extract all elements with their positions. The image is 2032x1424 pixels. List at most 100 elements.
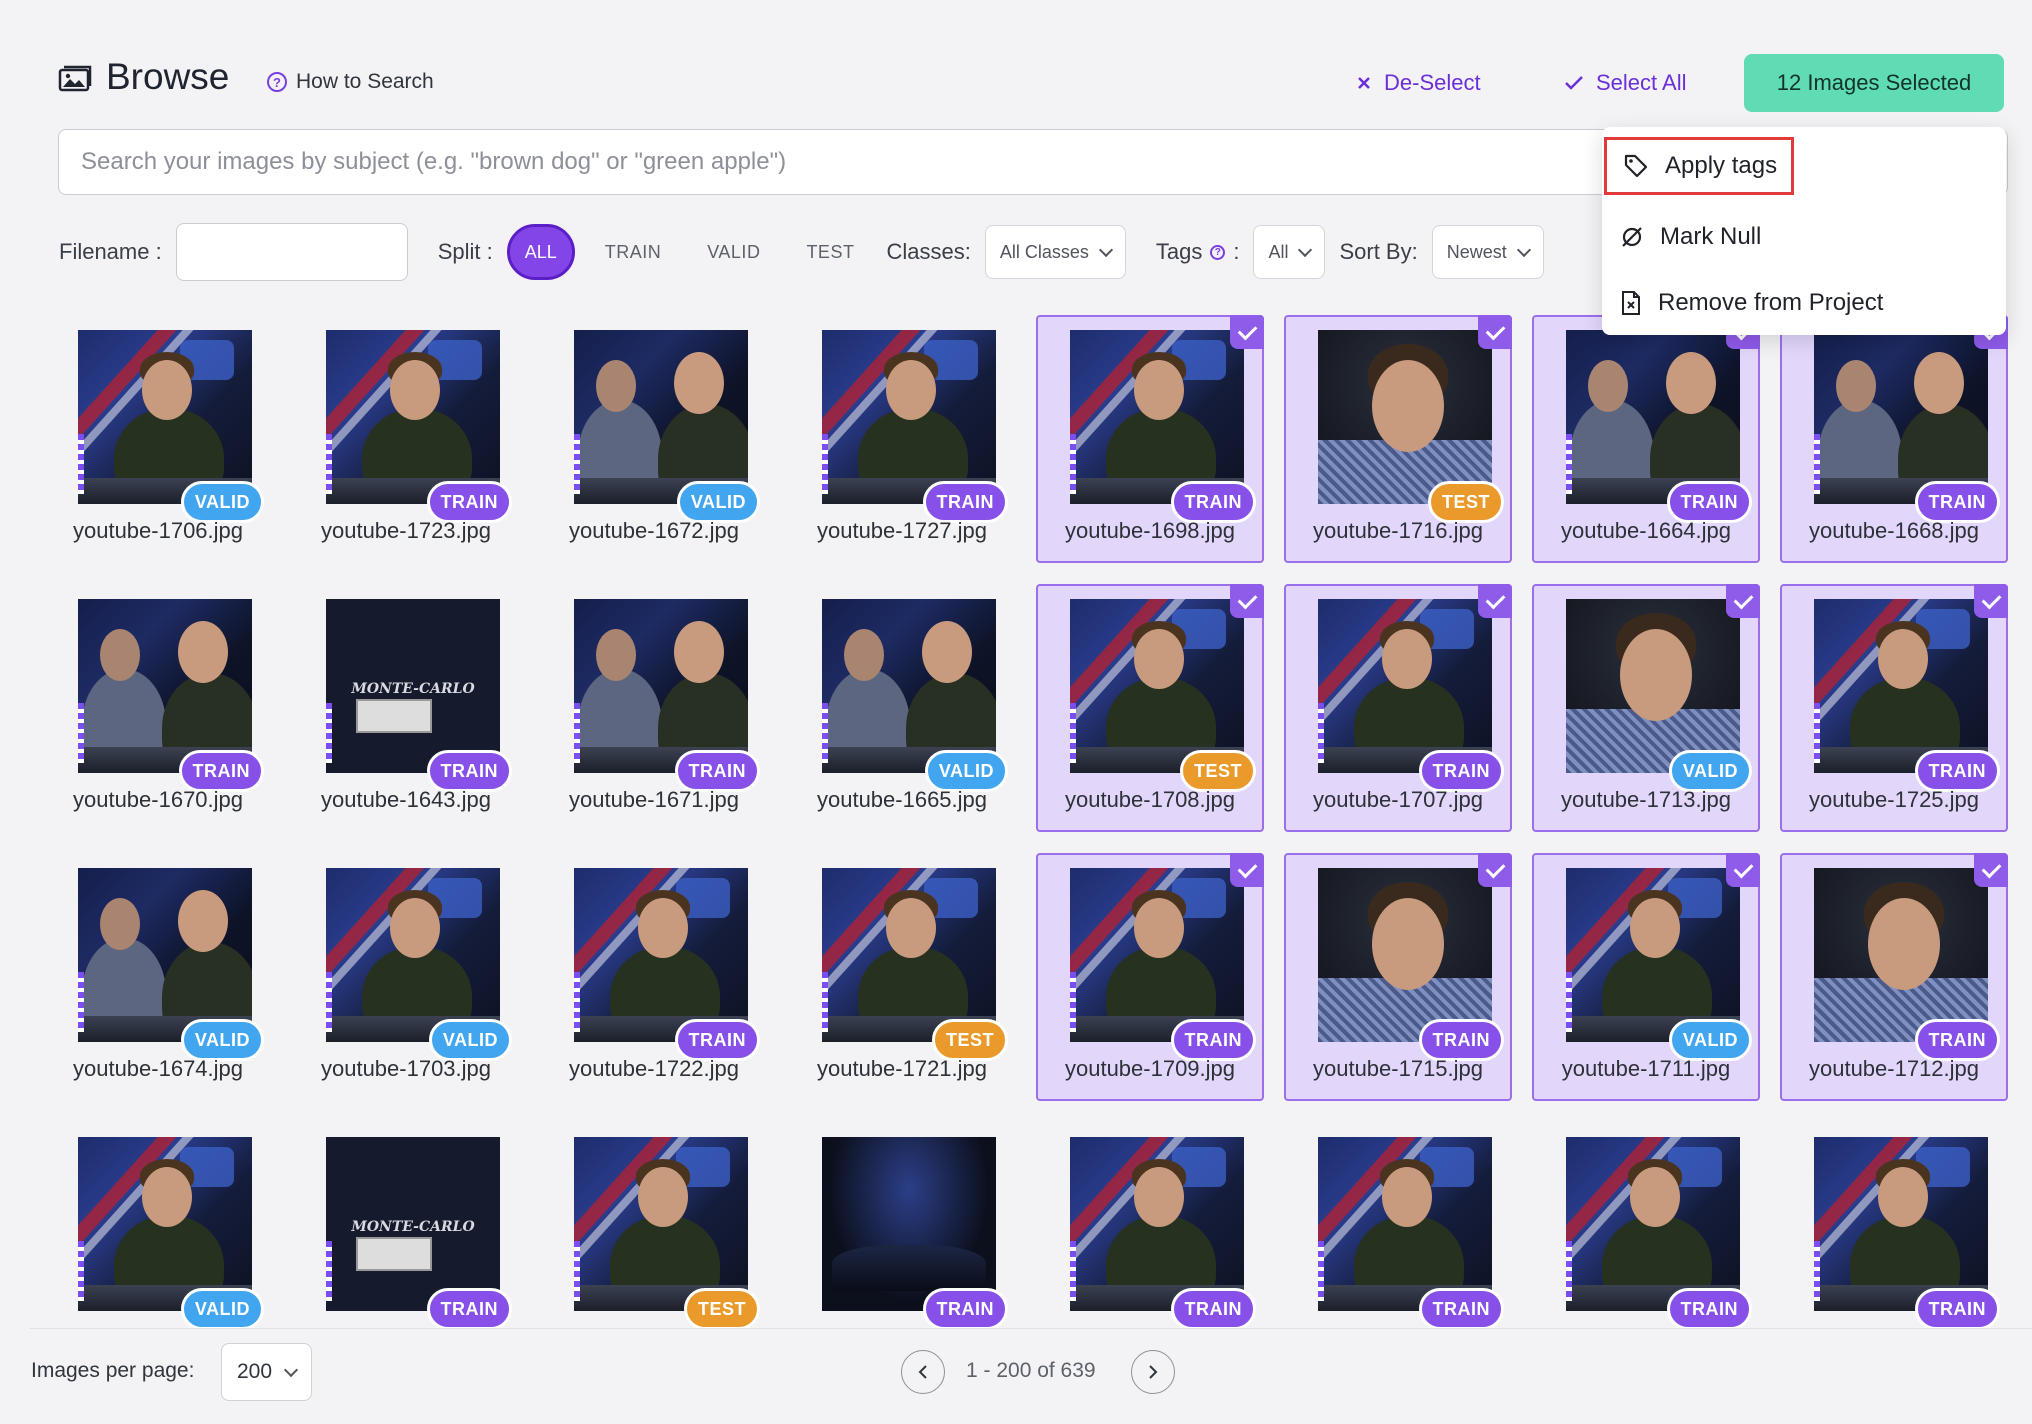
selected-check-icon[interactable] [1478,584,1512,618]
image-card[interactable]: VALID youtube-1713.jpg [1532,584,1760,832]
image-card[interactable]: TRAIN youtube-1712.jpg [1780,853,2008,1101]
selected-check-icon[interactable] [1726,853,1760,887]
image-card[interactable]: VALID youtube-1703.jpg [292,853,520,1101]
image-thumbnail[interactable] [574,1137,748,1311]
image-card[interactable]: TRAIN youtube-1668.jpg [1780,315,2008,563]
image-thumbnail[interactable]: MONTE-CARLO [326,1137,500,1311]
image-card[interactable]: VALID youtube-1706.jpg [44,315,272,563]
image-filename: youtube-1711.jpg [1561,1056,1731,1081]
split-badge: TRAIN [1666,1288,1752,1330]
image-card[interactable]: TRAIN youtube-1723.jpg [292,315,520,563]
image-thumbnail[interactable] [822,1137,996,1311]
image-thumbnail[interactable] [1566,330,1740,504]
image-thumbnail[interactable] [1070,1137,1244,1311]
image-thumbnail[interactable] [1566,1137,1740,1311]
classes-dropdown[interactable]: All Classes [984,225,1126,279]
image-card[interactable]: TRAIN youtube-1698.jpg [1036,315,1264,563]
selected-check-icon[interactable] [1974,853,2008,887]
selected-check-icon[interactable] [1726,584,1760,618]
selected-check-icon[interactable] [1478,315,1512,349]
thumbnail-graphic [78,972,84,1032]
image-card[interactable]: TEST youtube-1708.jpg [1036,584,1264,832]
thumbnail-figure [100,629,140,681]
image-thumbnail[interactable] [574,330,748,504]
image-thumbnail[interactable] [822,868,996,1042]
image-thumbnail[interactable] [822,330,996,504]
image-card[interactable]: TRAIN youtube-1707.jpg [1284,584,1512,832]
tags-dropdown[interactable]: All [1253,225,1326,279]
thumbnail-graphic [1814,434,1820,494]
image-card[interactable]: TEST youtube-1716.jpg [1284,315,1512,563]
image-thumbnail[interactable] [1318,868,1492,1042]
split-option-all[interactable]: ALL [506,224,575,280]
image-thumbnail[interactable] [574,868,748,1042]
selected-check-icon[interactable] [1478,853,1512,887]
split-badge: TEST [1179,750,1256,792]
image-thumbnail[interactable] [1318,330,1492,504]
image-thumbnail[interactable] [1814,599,1988,773]
image-card[interactable]: VALID youtube-1672.jpg [540,315,768,563]
image-thumbnail[interactable] [78,868,252,1042]
split-option-train[interactable]: TRAIN [605,242,662,263]
image-thumbnail[interactable] [1070,599,1244,773]
apply-tags-menu-item[interactable]: Apply tags [1604,137,1794,195]
filename-label: Filename : [59,239,162,264]
image-card[interactable]: VALID youtube-1665.jpg [788,584,1016,832]
image-card[interactable]: TRAIN youtube-1709.jpg [1036,853,1264,1101]
image-thumbnail[interactable] [1814,330,1988,504]
question-circle-icon[interactable]: ? [1210,244,1226,260]
images-selected-button[interactable]: 12 Images Selected [1744,54,2004,112]
footer-divider [30,1328,2032,1329]
image-thumbnail[interactable] [1318,1137,1492,1311]
images-per-page-select[interactable]: 200 [221,1343,312,1401]
image-thumbnail[interactable] [822,599,996,773]
filename-input[interactable] [175,223,408,281]
image-card[interactable]: TRAIN youtube-1722.jpg [540,853,768,1101]
image-card[interactable]: TEST youtube-1721.jpg [788,853,1016,1101]
image-thumbnail[interactable]: MONTE-CARLO [326,599,500,773]
image-thumbnail[interactable] [1814,1137,1988,1311]
image-card[interactable]: TRAIN youtube-1725.jpg [1780,584,2008,832]
remove-from-project-label: Remove from Project [1658,289,1884,316]
mark-null-menu-item[interactable]: Mark Null [1620,215,1761,259]
image-card[interactable]: TRAIN youtube-1715.jpg [1284,853,1512,1101]
sort-dropdown[interactable]: Newest [1431,225,1544,279]
image-thumbnail[interactable] [326,868,500,1042]
filter-bar: Filename : Split : ALL TRAIN VALID TEST … [59,223,1544,281]
image-card[interactable]: TRAIN youtube-1671.jpg [540,584,768,832]
image-thumbnail[interactable] [1566,599,1740,773]
image-thumbnail[interactable] [1566,868,1740,1042]
split-option-valid[interactable]: VALID [707,242,760,263]
split-option-test[interactable]: TEST [806,242,854,263]
image-thumbnail[interactable] [1318,599,1492,773]
thumbnail-figure [1666,352,1716,414]
image-thumbnail[interactable] [326,330,500,504]
deselect-button[interactable]: De-Select [1356,70,1481,96]
split-badge: TRAIN [426,481,512,523]
image-filename: youtube-1715.jpg [1312,1056,1484,1081]
image-thumbnail[interactable] [1070,868,1244,1042]
select-all-button[interactable]: Select All [1564,70,1687,96]
image-thumbnail[interactable] [78,330,252,504]
image-card[interactable]: MONTE-CARLO TRAIN youtube-1643.jpg [292,584,520,832]
thumbnail-figure [100,898,140,950]
image-card[interactable]: TRAIN youtube-1727.jpg [788,315,1016,563]
image-card[interactable]: VALID youtube-1674.jpg [44,853,272,1101]
how-to-search-link[interactable]: ? How to Search [267,70,434,94]
next-page-button[interactable] [1131,1350,1175,1394]
image-thumbnail[interactable] [78,1137,252,1311]
selected-check-icon[interactable] [1974,584,2008,618]
image-card[interactable]: VALID youtube-1711.jpg [1532,853,1760,1101]
image-card[interactable]: TRAIN youtube-1664.jpg [1532,315,1760,563]
image-thumbnail[interactable] [574,599,748,773]
selected-check-icon[interactable] [1230,584,1264,618]
selected-check-icon[interactable] [1230,853,1264,887]
image-card[interactable]: TRAIN youtube-1670.jpg [44,584,272,832]
image-thumbnail[interactable] [1814,868,1988,1042]
image-thumbnail[interactable] [1070,330,1244,504]
remove-from-project-menu-item[interactable]: Remove from Project [1620,281,1883,325]
selected-check-icon[interactable] [1230,315,1264,349]
previous-page-button[interactable] [901,1350,945,1394]
image-thumbnail[interactable] [78,599,252,773]
thumbnail-figure [1620,629,1692,721]
